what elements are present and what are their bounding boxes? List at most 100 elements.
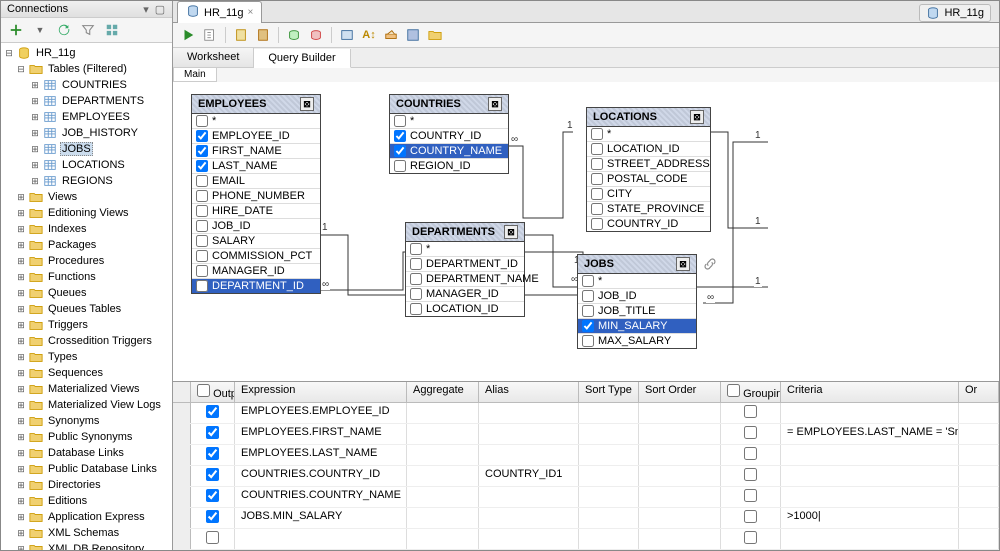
- column-check[interactable]: [394, 160, 406, 172]
- refresh-button[interactable]: [55, 21, 73, 39]
- entity-column[interactable]: COUNTRY_NAME: [390, 143, 508, 158]
- folder-node[interactable]: Queues Tables: [46, 303, 123, 315]
- tree-toggle[interactable]: ⊞: [29, 79, 41, 91]
- entity-column[interactable]: COUNTRY_ID: [390, 128, 508, 143]
- sorttype-cell[interactable]: [579, 508, 639, 528]
- column-check[interactable]: [196, 235, 208, 247]
- table-node[interactable]: COUNTRIES: [60, 79, 129, 91]
- entity-close-icon[interactable]: ⊠: [300, 97, 314, 111]
- column-check[interactable]: [394, 145, 406, 157]
- group-check[interactable]: [744, 510, 757, 523]
- entity-column[interactable]: FIRST_NAME: [192, 143, 320, 158]
- entity-column[interactable]: COUNTRY_ID: [587, 216, 710, 231]
- link-icon[interactable]: [703, 257, 717, 274]
- file-tab[interactable]: HR_11g ×: [177, 1, 262, 23]
- column-check[interactable]: [582, 290, 594, 302]
- entity-header[interactable]: EMPLOYEES⊠: [192, 95, 320, 114]
- alias-cell[interactable]: [479, 424, 579, 444]
- or-cell[interactable]: [959, 487, 999, 507]
- column-check[interactable]: [196, 265, 208, 277]
- column-check[interactable]: [196, 160, 208, 172]
- entity-column[interactable]: LOCATION_ID: [406, 301, 524, 316]
- entity-jobs[interactable]: JOBS⊠*JOB_IDJOB_TITLEMIN_SALARYMAX_SALAR…: [577, 254, 697, 349]
- column-check[interactable]: [410, 258, 422, 270]
- sql-history-button[interactable]: [338, 26, 356, 44]
- alias-cell[interactable]: COUNTRY_ID1: [479, 466, 579, 486]
- sortorder-cell[interactable]: [639, 508, 721, 528]
- criteria-cell[interactable]: >1000|: [781, 508, 959, 528]
- expr-cell[interactable]: EMPLOYEES.EMPLOYEE_ID: [235, 403, 407, 423]
- tree-toggle[interactable]: ⊞: [29, 143, 41, 155]
- column-check[interactable]: [394, 130, 406, 142]
- table-node[interactable]: EMPLOYEES: [60, 111, 132, 123]
- column-check[interactable]: [394, 115, 406, 127]
- column-check[interactable]: [196, 280, 208, 292]
- column-check[interactable]: [591, 143, 603, 155]
- tree-toggle[interactable]: ⊟: [15, 63, 27, 75]
- entity-column[interactable]: REGION_ID: [390, 158, 508, 173]
- tree-toggle[interactable]: ⊞: [15, 303, 27, 315]
- sortorder-cell[interactable]: [639, 487, 721, 507]
- or-cell[interactable]: [959, 508, 999, 528]
- folder-node[interactable]: Synonyms: [46, 415, 101, 427]
- criteria-grid[interactable]: Output Expression Aggregate Alias Sort T…: [173, 381, 999, 550]
- folder-node[interactable]: Public Database Links: [46, 463, 159, 475]
- tree-toggle[interactable]: ⊞: [29, 127, 41, 139]
- grid-header-group-check[interactable]: [727, 384, 740, 397]
- tree-toggle[interactable]: ⊞: [15, 255, 27, 267]
- entity-column[interactable]: JOB_ID: [578, 288, 696, 303]
- close-icon[interactable]: ×: [248, 7, 254, 18]
- column-check[interactable]: [196, 205, 208, 217]
- entity-column[interactable]: MANAGER_ID: [192, 263, 320, 278]
- grid-row[interactable]: COUNTRIES.COUNTRY_ID COUNTRY_ID1: [173, 466, 999, 487]
- entity-column[interactable]: LAST_NAME: [192, 158, 320, 173]
- entity-employees[interactable]: EMPLOYEES⊠*EMPLOYEE_IDFIRST_NAMELAST_NAM…: [191, 94, 321, 294]
- tab-query-builder[interactable]: Query Builder: [254, 49, 350, 68]
- tree-toggle[interactable]: ⊞: [15, 479, 27, 491]
- entity-column[interactable]: CITY: [587, 186, 710, 201]
- entity-column[interactable]: *: [406, 242, 524, 256]
- folder-node[interactable]: Sequences: [46, 367, 105, 379]
- panel-minimize-icon[interactable]: ▾: [140, 3, 152, 15]
- column-check[interactable]: [591, 158, 603, 170]
- table-node[interactable]: REGIONS: [60, 175, 115, 187]
- entity-column[interactable]: *: [578, 274, 696, 288]
- folder-node[interactable]: Queues: [46, 287, 89, 299]
- entity-column[interactable]: DEPARTMENT_NAME: [406, 271, 524, 286]
- tree-toggle[interactable]: ⊞: [15, 383, 27, 395]
- column-check[interactable]: [410, 303, 422, 315]
- criteria-cell[interactable]: [781, 466, 959, 486]
- folder-node[interactable]: Editions: [46, 495, 89, 507]
- or-cell[interactable]: [959, 466, 999, 486]
- output-check[interactable]: [206, 468, 219, 481]
- commit-button[interactable]: [285, 26, 303, 44]
- folder-node[interactable]: Materialized View Logs: [46, 399, 163, 411]
- alias-cell[interactable]: [479, 508, 579, 528]
- or-cell[interactable]: [959, 445, 999, 465]
- tree-toggle[interactable]: ⊞: [15, 271, 27, 283]
- column-check[interactable]: [196, 220, 208, 232]
- agg-cell[interactable]: [407, 508, 479, 528]
- entity-countries[interactable]: COUNTRIES⊠*COUNTRY_IDCOUNTRY_NAMEREGION_…: [389, 94, 509, 174]
- entity-column[interactable]: STREET_ADDRESS: [587, 156, 710, 171]
- entity-close-icon[interactable]: ⊠: [504, 225, 518, 239]
- grid-row[interactable]: EMPLOYEES.FIRST_NAME= EMPLOYEES.LAST_NAM…: [173, 424, 999, 445]
- folder-node[interactable]: Views: [46, 191, 79, 203]
- group-check[interactable]: [744, 447, 757, 460]
- column-check[interactable]: [582, 335, 594, 347]
- entity-column[interactable]: EMPLOYEE_ID: [192, 128, 320, 143]
- output-check[interactable]: [206, 426, 219, 439]
- tree-toggle[interactable]: ⊞: [15, 415, 27, 427]
- entity-departments[interactable]: DEPARTMENTS⊠*DEPARTMENT_IDDEPARTMENT_NAM…: [405, 222, 525, 317]
- folder-node[interactable]: Materialized Views: [46, 383, 142, 395]
- entity-column[interactable]: MIN_SALARY: [578, 318, 696, 333]
- tree-toggle[interactable]: ⊞: [15, 527, 27, 539]
- tree-toggle[interactable]: ⊞: [15, 447, 27, 459]
- tab-worksheet[interactable]: Worksheet: [173, 48, 254, 67]
- tab-main[interactable]: Main: [173, 68, 217, 82]
- collapse-button[interactable]: [103, 21, 121, 39]
- table-node[interactable]: DEPARTMENTS: [60, 95, 146, 107]
- entity-column[interactable]: MAX_SALARY: [578, 333, 696, 348]
- column-check[interactable]: [591, 188, 603, 200]
- expr-cell[interactable]: COUNTRIES.COUNTRY_ID: [235, 466, 407, 486]
